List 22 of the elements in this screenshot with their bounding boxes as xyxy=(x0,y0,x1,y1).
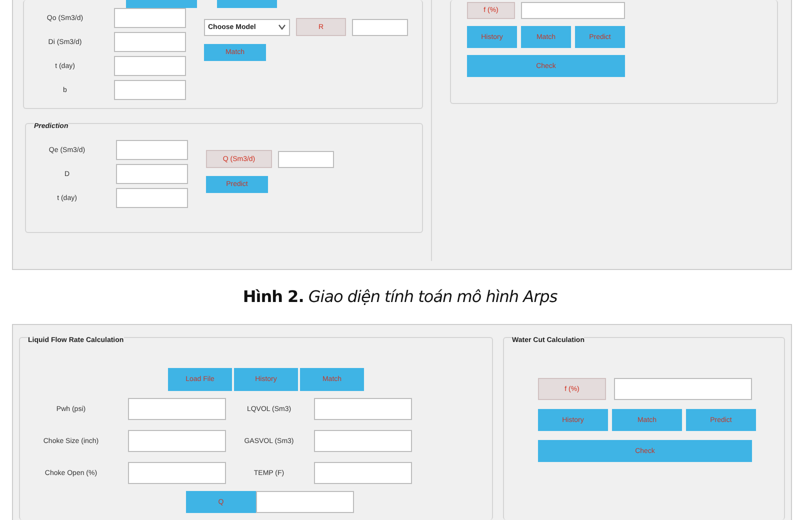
button[interactable] xyxy=(217,0,277,8)
input-field[interactable] xyxy=(114,56,186,76)
input-field[interactable] xyxy=(352,18,408,36)
input-field[interactable] xyxy=(114,32,186,52)
input-field[interactable] xyxy=(256,491,354,513)
input-field[interactable] xyxy=(114,8,186,28)
input-field[interactable] xyxy=(614,378,752,400)
input-field[interactable] xyxy=(314,430,412,452)
caret-icon xyxy=(278,24,286,30)
input-field[interactable] xyxy=(521,2,625,19)
input-field[interactable] xyxy=(128,430,226,452)
figure-caption: Hình 2. Giao diện tính toán mô hình Arps xyxy=(242,286,558,308)
input-field[interactable] xyxy=(314,398,412,420)
input-field[interactable] xyxy=(314,462,412,484)
input-field[interactable] xyxy=(114,80,186,100)
input-field[interactable] xyxy=(128,462,226,484)
button[interactable] xyxy=(126,0,197,8)
input-field[interactable] xyxy=(116,140,188,160)
input-field[interactable] xyxy=(278,150,334,168)
input-field[interactable] xyxy=(116,164,188,184)
input-field[interactable] xyxy=(116,188,188,208)
input-field[interactable] xyxy=(128,398,226,420)
